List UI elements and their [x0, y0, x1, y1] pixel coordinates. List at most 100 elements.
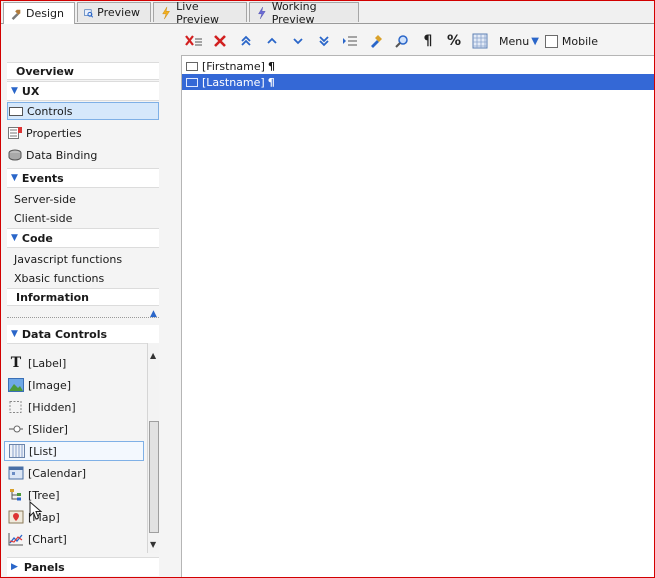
- menu-dropdown-label[interactable]: Menu: [499, 35, 529, 48]
- data-control-calendar[interactable]: [Calendar]: [4, 463, 144, 483]
- section-events[interactable]: ▼ Events: [7, 168, 159, 188]
- move-to-bottom-button[interactable]: [311, 30, 337, 52]
- lightning-icon: [258, 6, 266, 19]
- section-events-label: Events: [21, 171, 64, 185]
- caret-down-icon: ▼: [11, 86, 18, 96]
- lightning-icon: [162, 6, 170, 19]
- section-code-label: Code: [21, 231, 53, 245]
- data-control-list[interactable]: [List]: [4, 441, 144, 461]
- nav-item-server-side-label: Server-side: [14, 192, 76, 206]
- percent-icon: %: [446, 33, 462, 49]
- design-icon: [11, 9, 21, 20]
- preview-icon: [84, 8, 94, 18]
- scrollbar-thumb[interactable]: [149, 421, 159, 533]
- data-control-tree[interactable]: [Tree]: [4, 485, 144, 505]
- pilcrow-icon: ¶: [423, 33, 433, 49]
- data-control-hidden-text: [Hidden]: [28, 400, 76, 414]
- data-control-map[interactable]: [Map]: [4, 507, 144, 527]
- data-control-image-text: [Image]: [28, 378, 72, 392]
- section-overview[interactable]: Overview: [7, 62, 159, 80]
- map-icon: [8, 510, 24, 524]
- section-panels-label: Panels: [23, 560, 65, 574]
- section-information[interactable]: Information: [7, 288, 159, 306]
- chart-icon: [8, 533, 23, 546]
- section-code[interactable]: ▼ Code: [7, 228, 159, 248]
- data-control-chart[interactable]: [Chart]: [4, 529, 144, 549]
- slider-icon: [9, 425, 23, 433]
- canvas-control-firstname[interactable]: [Firstname] ¶: [182, 58, 654, 74]
- textbox-icon: [186, 61, 198, 71]
- data-controls-list[interactable]: T [Label] [Image] [Hidden] [Slider] [Lis…: [4, 343, 159, 553]
- tab-preview[interactable]: Preview: [77, 2, 151, 22]
- data-control-slider-text: [Slider]: [28, 422, 68, 436]
- show-paragraph-marks-button[interactable]: ¶: [415, 30, 441, 52]
- data-control-list-text: [List]: [29, 444, 57, 458]
- nav-item-xbasic-functions-label: Xbasic functions: [14, 271, 105, 285]
- data-control-label[interactable]: T [Label]: [4, 353, 144, 373]
- data-controls-header[interactable]: ▼ Data Controls: [7, 325, 159, 344]
- hidden-icon: [9, 401, 22, 413]
- section-ux[interactable]: ▼ UX: [7, 81, 159, 101]
- nav-item-server-side[interactable]: Server-side: [7, 190, 159, 208]
- scroll-down-icon[interactable]: ▼: [150, 540, 156, 549]
- design-canvas[interactable]: [Firstname] ¶ [Lastname] ¶: [181, 55, 654, 577]
- tab-live-preview[interactable]: Live Preview: [153, 0, 247, 26]
- tree-icon: [10, 489, 21, 501]
- move-up-button[interactable]: [259, 30, 285, 52]
- nav-item-properties[interactable]: Properties: [7, 124, 159, 142]
- tab-bar: Design Preview Live Preview Working Prev…: [1, 0, 654, 26]
- move-to-top-button[interactable]: [233, 30, 259, 52]
- canvas-control-label: [Lastname]: [202, 75, 265, 89]
- style-button[interactable]: [363, 30, 389, 52]
- delete-button[interactable]: [207, 30, 233, 52]
- calendar-icon: [8, 466, 24, 480]
- nav-item-javascript-functions[interactable]: Javascript functions: [7, 250, 159, 268]
- data-controls-scrollbar[interactable]: ▲ ▼: [147, 343, 159, 553]
- canvas-control-lastname[interactable]: [Lastname] ¶: [182, 74, 654, 90]
- list-icon: [9, 444, 25, 458]
- nav-item-properties-label: Properties: [26, 126, 82, 140]
- mouse-pointer-icon: [29, 501, 43, 520]
- double-chevron-down-icon: [319, 36, 329, 47]
- move-down-button[interactable]: [285, 30, 311, 52]
- data-control-hidden[interactable]: [Hidden]: [4, 397, 144, 417]
- tab-working-preview-label: Working Preview: [271, 0, 317, 26]
- menu-caret-icon[interactable]: ▼: [531, 36, 539, 47]
- nav-item-client-side[interactable]: Client-side: [7, 209, 159, 227]
- tab-live-preview-label: Live Preview: [176, 0, 219, 26]
- designer-window: Design Preview Live Preview Working Prev…: [0, 0, 655, 578]
- magnifier-icon: [395, 35, 408, 48]
- delete-selected-button[interactable]: [181, 30, 207, 52]
- percent-button[interactable]: %: [441, 30, 467, 52]
- scroll-up-icon[interactable]: ▲: [150, 351, 156, 360]
- data-control-chart-text: [Chart]: [28, 532, 67, 546]
- find-button[interactable]: [389, 30, 415, 52]
- canvas-control-label: [Firstname]: [202, 59, 265, 73]
- caret-down-icon: ▼: [11, 233, 18, 243]
- left-panel: Overview ▼ UX Controls Properties Data B…: [2, 55, 179, 576]
- grid-button[interactable]: [467, 30, 493, 52]
- section-overview-label: Overview: [16, 64, 74, 78]
- section-panels[interactable]: ▶ Panels: [7, 557, 159, 576]
- nav-item-client-side-label: Client-side: [14, 211, 73, 225]
- mobile-checkbox[interactable]: [544, 34, 558, 48]
- chevron-up-icon: [267, 37, 277, 44]
- data-controls-title: Data Controls: [21, 327, 108, 341]
- nav-item-data-binding[interactable]: Data Binding: [7, 146, 159, 164]
- pilcrow-icon: ¶: [267, 59, 275, 73]
- image-icon: [8, 378, 24, 392]
- tab-design-label: Design: [26, 7, 64, 20]
- tab-design[interactable]: Design: [3, 2, 75, 24]
- delete-list-icon: [185, 35, 202, 46]
- textbox-icon: [9, 106, 23, 116]
- tab-working-preview[interactable]: Working Preview: [249, 0, 359, 26]
- data-control-image[interactable]: [Image]: [4, 375, 144, 395]
- indent-button[interactable]: [337, 30, 363, 52]
- data-control-slider[interactable]: [Slider]: [4, 419, 144, 439]
- grid-icon: [472, 33, 488, 49]
- double-chevron-up-icon: [241, 35, 251, 46]
- nav-item-xbasic-functions[interactable]: Xbasic functions: [7, 269, 159, 287]
- paint-brush-icon: [371, 35, 382, 48]
- textbox-icon: [186, 77, 198, 87]
- nav-item-controls[interactable]: Controls: [7, 102, 159, 120]
